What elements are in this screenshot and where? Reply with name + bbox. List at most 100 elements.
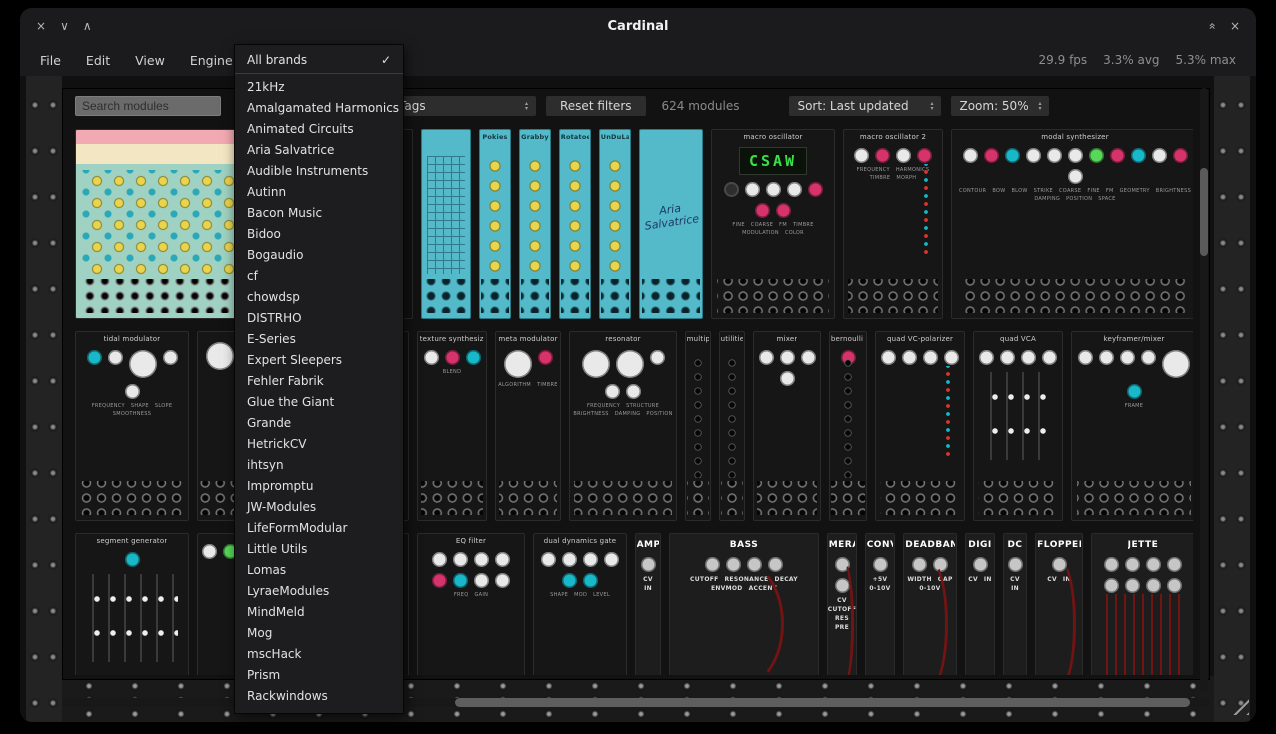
- menu-item-file[interactable]: File: [38, 51, 63, 70]
- knob[interactable]: [453, 573, 468, 588]
- knob[interactable]: [541, 552, 556, 567]
- knob[interactable]: [881, 350, 896, 365]
- knob[interactable]: [1078, 350, 1093, 365]
- brand-menu-item[interactable]: Bacon Music: [235, 203, 403, 224]
- brand-menu-item[interactable]: JW-Modules: [235, 497, 403, 518]
- brand-menu-item[interactable]: Lomas: [235, 560, 403, 581]
- knob[interactable]: [650, 350, 665, 365]
- module-eq-filter[interactable]: EQ filterFREQGAIN: [417, 533, 525, 675]
- module-ports[interactable]: [831, 481, 864, 515]
- module-meta-modulator[interactable]: meta modulatorALGORITHMTIMBRE: [495, 331, 561, 521]
- knob[interactable]: [1127, 384, 1142, 399]
- module-conv[interactable]: CONV+5V0-10V: [865, 533, 895, 675]
- module-undular[interactable]: UnDuLaR: [599, 129, 631, 319]
- module-keyframer-mixer[interactable]: keyframer/mixerFRAME: [1071, 331, 1193, 521]
- knob[interactable]: [562, 552, 577, 567]
- module-quad-vc-polarizer[interactable]: quad VC-polarizer: [875, 331, 965, 521]
- vertical-scrollbar-thumb[interactable]: [1200, 168, 1208, 256]
- knob[interactable]: [801, 350, 816, 365]
- brand-menu-item[interactable]: Grande: [235, 413, 403, 434]
- brand-menu-item[interactable]: Aria Salvatrice: [235, 140, 403, 161]
- knob[interactable]: [747, 557, 762, 572]
- module-ports[interactable]: [848, 279, 938, 313]
- module-grabby[interactable]: Grabby: [519, 129, 551, 319]
- knob[interactable]: [504, 350, 532, 378]
- knob[interactable]: [875, 148, 890, 163]
- module-ports[interactable]: [601, 279, 629, 313]
- brand-menu-item[interactable]: Impromptu: [235, 476, 403, 497]
- module-ports[interactable]: [499, 481, 558, 515]
- brand-menu-item[interactable]: Animated Circuits: [235, 119, 403, 140]
- brand-menu-item[interactable]: Audible Instruments: [235, 161, 403, 182]
- brand-menu-item[interactable]: mscHack: [235, 644, 403, 665]
- module-ports[interactable]: [561, 279, 589, 313]
- knob[interactable]: [432, 573, 447, 588]
- knob[interactable]: [766, 182, 781, 197]
- knob[interactable]: [979, 350, 994, 365]
- menu-item-view[interactable]: View: [133, 51, 167, 70]
- module-ports[interactable]: [642, 279, 699, 313]
- module-amp[interactable]: AMPCVIN: [635, 533, 661, 675]
- brand-menu-item[interactable]: Mog: [235, 623, 403, 644]
- knob[interactable]: [1125, 557, 1140, 572]
- knob[interactable]: [1167, 578, 1182, 593]
- knob[interactable]: [583, 552, 598, 567]
- brand-menu-item[interactable]: Amalgamated Harmonics: [235, 98, 403, 119]
- brand-menu-item[interactable]: HetrickCV: [235, 434, 403, 455]
- module-ports[interactable]: [80, 481, 183, 515]
- knob[interactable]: [1005, 148, 1020, 163]
- knob[interactable]: [616, 350, 644, 378]
- brand-menu-item[interactable]: Little Utils: [235, 539, 403, 560]
- module-ports[interactable]: [880, 481, 961, 515]
- brand-menu-item[interactable]: 21kHz: [235, 77, 403, 98]
- module-macro-oscillator-2[interactable]: macro oscillator 2FREQUENCYHARMONICSTIMB…: [843, 129, 943, 319]
- knob[interactable]: [163, 350, 178, 365]
- knob[interactable]: [759, 350, 774, 365]
- knob[interactable]: [1052, 557, 1067, 572]
- module-dual-dynamics-gate[interactable]: dual dynamics gateSHAPEMODLEVEL: [533, 533, 627, 675]
- knob[interactable]: [873, 557, 888, 572]
- module-ports[interactable]: [687, 481, 709, 515]
- brand-menu-item[interactable]: ihtsyn: [235, 455, 403, 476]
- module-flopper[interactable]: FLOPPERCVIN: [1035, 533, 1083, 675]
- knob[interactable]: [1167, 557, 1182, 572]
- knob[interactable]: [466, 350, 481, 365]
- knob[interactable]: [705, 557, 720, 572]
- knob[interactable]: [129, 350, 157, 378]
- knob[interactable]: [933, 557, 948, 572]
- knob[interactable]: [1089, 148, 1104, 163]
- knob[interactable]: [1008, 557, 1023, 572]
- close-window-icon[interactable]: ×: [1230, 18, 1240, 34]
- knob[interactable]: [641, 557, 656, 572]
- knob[interactable]: [1162, 350, 1190, 378]
- brand-menu-item[interactable]: LifeFormModular: [235, 518, 403, 539]
- brand-menu-item[interactable]: LyraeModules: [235, 581, 403, 602]
- knob[interactable]: [538, 350, 553, 365]
- knob[interactable]: [1146, 578, 1161, 593]
- knob[interactable]: [780, 350, 795, 365]
- knob[interactable]: [1026, 148, 1041, 163]
- knob[interactable]: [1099, 350, 1114, 365]
- module-ports[interactable]: [978, 481, 1059, 515]
- knob[interactable]: [495, 573, 510, 588]
- tags-dropdown[interactable]: Tags ▴▾: [391, 96, 536, 116]
- knob[interactable]: [963, 148, 978, 163]
- menu-item-engine[interactable]: Engine: [188, 51, 235, 70]
- menu-item-edit[interactable]: Edit: [84, 51, 112, 70]
- module-mixer[interactable]: mixer: [753, 331, 821, 521]
- knob[interactable]: [1104, 578, 1119, 593]
- knob[interactable]: [1152, 148, 1167, 163]
- module-quad-vca[interactable]: quad VCA: [973, 331, 1063, 521]
- knob[interactable]: [453, 552, 468, 567]
- knob[interactable]: [841, 350, 856, 365]
- knob[interactable]: [474, 552, 489, 567]
- module-ports[interactable]: [717, 279, 829, 313]
- knob[interactable]: [835, 578, 850, 593]
- knob[interactable]: [787, 182, 802, 197]
- brand-menu-item-all[interactable]: All brands ✓: [235, 49, 403, 70]
- knob[interactable]: [896, 148, 911, 163]
- knob[interactable]: [108, 350, 123, 365]
- module-ports[interactable]: [521, 279, 549, 313]
- horizontal-scrollbar-thumb[interactable]: [455, 698, 1190, 707]
- module-bernoulli-gate[interactable]: bernoulli gate: [829, 331, 867, 521]
